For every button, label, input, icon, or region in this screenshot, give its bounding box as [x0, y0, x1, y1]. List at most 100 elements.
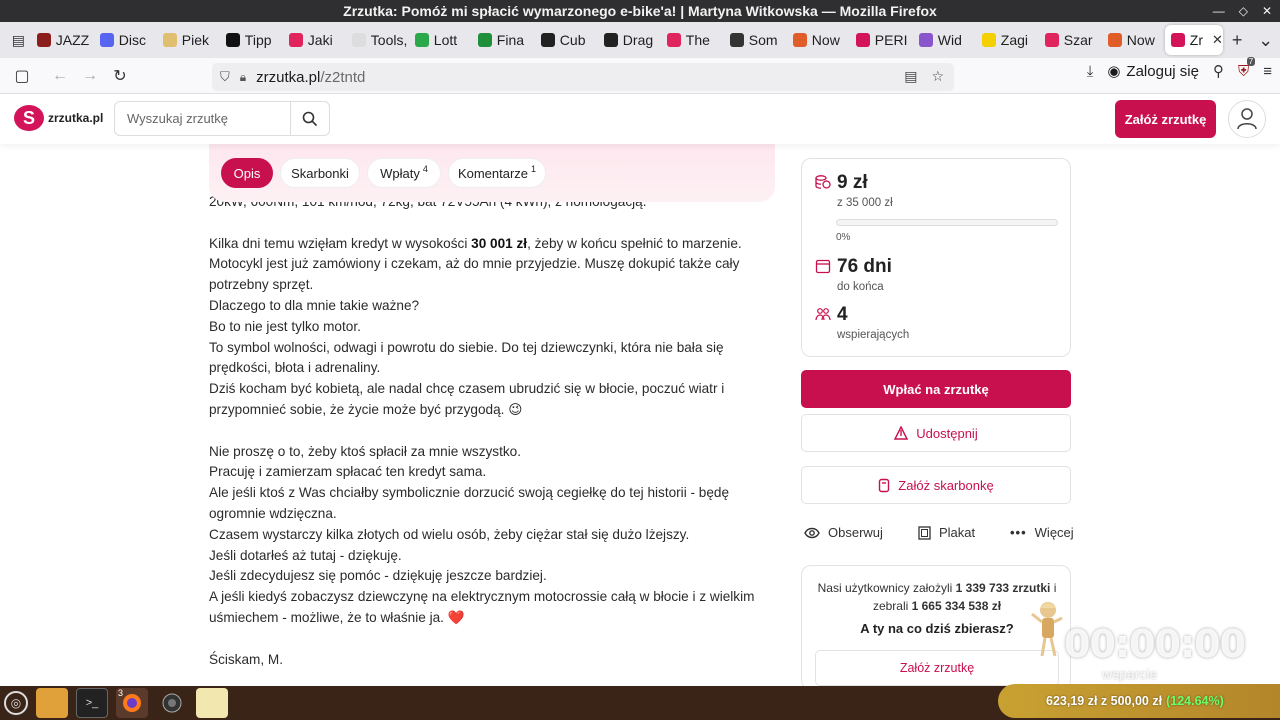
supporters-label: wspierających	[837, 329, 910, 341]
browser-tab[interactable]: Now	[1102, 25, 1163, 55]
tab-strip: ▤ JAZZ Disc Piek Tipp Jaki Tools, I Lott Fina Cu…	[0, 22, 1280, 58]
site-search	[114, 101, 330, 136]
reload-icon[interactable]: ↻	[106, 62, 134, 90]
coins-icon	[815, 175, 831, 189]
supporters-icon	[815, 308, 831, 321]
donate-button[interactable]: Wpłać na zrzutkę	[801, 370, 1071, 408]
tab-label: PERI	[874, 32, 908, 48]
browser-tab[interactable]: Disc	[94, 25, 155, 55]
extensions-icon[interactable]: ⚲	[1213, 62, 1224, 80]
sidebar-toggle-icon[interactable]: ▢	[8, 62, 36, 90]
obs-app-icon[interactable]	[156, 688, 188, 718]
tab-favicon-icon	[729, 33, 744, 47]
shield-icon[interactable]: ⛉	[220, 69, 230, 85]
search-icon	[302, 111, 318, 126]
raised-stat: 9 zł z 35 000 zł	[815, 171, 893, 209]
tab-favicon-icon	[666, 33, 681, 47]
browser-tab[interactable]: Wid	[913, 25, 974, 55]
browser-tab[interactable]: Szar	[1039, 25, 1100, 55]
description-line: Jeśli dotarłeś aż tutaj - dziękuję.	[209, 547, 402, 563]
description-line: Motocykl jest już zamówiony i czekam, aż…	[209, 256, 740, 293]
browser-tab[interactable]: Tools, I	[346, 25, 407, 55]
user-avatar[interactable]	[1228, 100, 1266, 138]
browser-tab[interactable]: Lott	[409, 25, 470, 55]
firefox-app-icon[interactable]: 3	[116, 688, 148, 718]
description-line: Dlaczego to dla mnie takie ważne?	[209, 297, 420, 313]
forward-icon[interactable]: →	[76, 62, 104, 90]
tab-list-icon[interactable]: ▤	[6, 27, 31, 53]
tab-favicon-icon	[99, 33, 114, 47]
tab-skarbonki[interactable]: Skarbonki	[280, 158, 360, 188]
downloads-icon[interactable]: ⤓	[1087, 63, 1094, 80]
search-button[interactable]	[291, 102, 329, 135]
promo-create-button[interactable]: Załóż zrzutkę	[815, 650, 1059, 686]
browser-tab[interactable]: Tipp	[220, 25, 281, 55]
back-icon[interactable]: ←	[46, 62, 74, 90]
description-line: Pracuję i zamierzam spłacać ten kredyt s…	[209, 464, 487, 480]
browser-tab[interactable]: Fina	[472, 25, 533, 55]
tab-label: Disc	[118, 32, 147, 48]
browser-tab[interactable]: JAZZ	[31, 25, 92, 55]
browser-tab[interactable]: Cub	[535, 25, 596, 55]
maximize-icon[interactable]: ◇	[1239, 0, 1248, 22]
create-piggybank-button[interactable]: Załóż skarbonkę	[801, 466, 1071, 504]
eye-icon	[804, 527, 820, 538]
firefox-icon	[123, 694, 141, 712]
progress-label: 0%	[836, 232, 851, 243]
tab-favicon-icon	[414, 33, 429, 47]
minimize-icon[interactable]: —	[1213, 0, 1225, 22]
tab-close-icon[interactable]: ✕	[1212, 32, 1223, 48]
start-menu-icon[interactable]: ◎	[4, 691, 28, 715]
text-editor-app-icon[interactable]	[196, 688, 228, 718]
browser-tab[interactable]: The	[661, 25, 722, 55]
tab-komentarze[interactable]: Komentarze 1	[448, 158, 546, 188]
browser-tab[interactable]: PERI	[850, 25, 911, 55]
close-icon[interactable]: ✕	[1262, 0, 1272, 22]
tab-wplaty[interactable]: Wpłaty 4	[367, 158, 441, 188]
promo-text: Nasi użytkownicy założyli 1 339 733 zrzu…	[817, 581, 1057, 613]
account-login-button[interactable]: ◉ Zaloguj się	[1107, 62, 1199, 81]
firefox-window-count: 3	[118, 688, 124, 698]
new-tab-icon[interactable]: +	[1223, 30, 1252, 51]
tab-label: Cub	[559, 32, 586, 48]
bookmark-star-icon[interactable]: ☆	[931, 68, 944, 85]
lock-icon[interactable]: 🔒︎	[240, 70, 246, 85]
browser-tab[interactable]: Jaki	[283, 25, 344, 55]
more-button[interactable]: ••• Więcej	[1010, 525, 1074, 540]
days-left-label: do końca	[837, 281, 884, 293]
window-titlebar: Zrzutka: Pomóż mi spłacić wymarzonego e-…	[0, 0, 1280, 22]
login-label: Zaloguj się	[1126, 62, 1199, 80]
description-line: Czasem wystarczy kilka złotych od wielu …	[209, 526, 690, 542]
create-fundraiser-button[interactable]: Załóż zrzutkę	[1115, 100, 1216, 138]
browser-tab[interactable]: Piek	[157, 25, 218, 55]
tab-label: Wid	[937, 32, 962, 48]
supporters-stat: 4 wspierających	[815, 303, 909, 341]
wplaty-count: 4	[422, 164, 428, 174]
ublock-icon[interactable]: ⛨ 7	[1238, 56, 1256, 80]
poster-button[interactable]: Plakat	[918, 525, 975, 540]
browser-tab[interactable]: Now	[787, 25, 848, 55]
site-logo[interactable]: S zrzutka.pl	[14, 105, 103, 131]
search-input[interactable]	[115, 102, 291, 135]
description-line: Ale jeśli ktoś z Was chciałby symboliczn…	[209, 485, 730, 521]
browser-tab[interactable]: Zagi	[976, 25, 1037, 55]
tab-favicon-icon	[855, 33, 870, 47]
url-bar[interactable]: ⛉ 🔒︎ zrzutka.pl/z2tntd ▤ ☆	[212, 63, 954, 91]
reader-view-icon[interactable]: ▤	[904, 68, 917, 85]
menu-icon[interactable]: ≡	[1263, 63, 1272, 80]
tab-label: Zr	[1189, 32, 1204, 48]
browser-tab[interactable]: Zr ✕	[1164, 25, 1223, 55]
tab-menu-chevron-icon[interactable]: ⌄	[1251, 30, 1280, 51]
tab-label: Piek	[181, 32, 210, 48]
loan-amount: 30 001 zł	[471, 235, 528, 251]
mascot-figure-icon	[1031, 602, 1063, 657]
files-app-icon[interactable]	[36, 688, 68, 718]
browser-tab[interactable]: Som	[724, 25, 785, 55]
tab-opis[interactable]: Opis	[221, 158, 273, 188]
browser-tab[interactable]: Drag	[598, 25, 659, 55]
terminal-app-icon[interactable]: >_	[76, 688, 108, 718]
tab-label: Jaki	[307, 32, 333, 48]
window-title: Zrzutka: Pomóż mi spłacić wymarzonego e-…	[343, 3, 937, 19]
share-button[interactable]: Udostępnij	[801, 414, 1071, 452]
watch-button[interactable]: Obserwuj	[804, 525, 883, 540]
